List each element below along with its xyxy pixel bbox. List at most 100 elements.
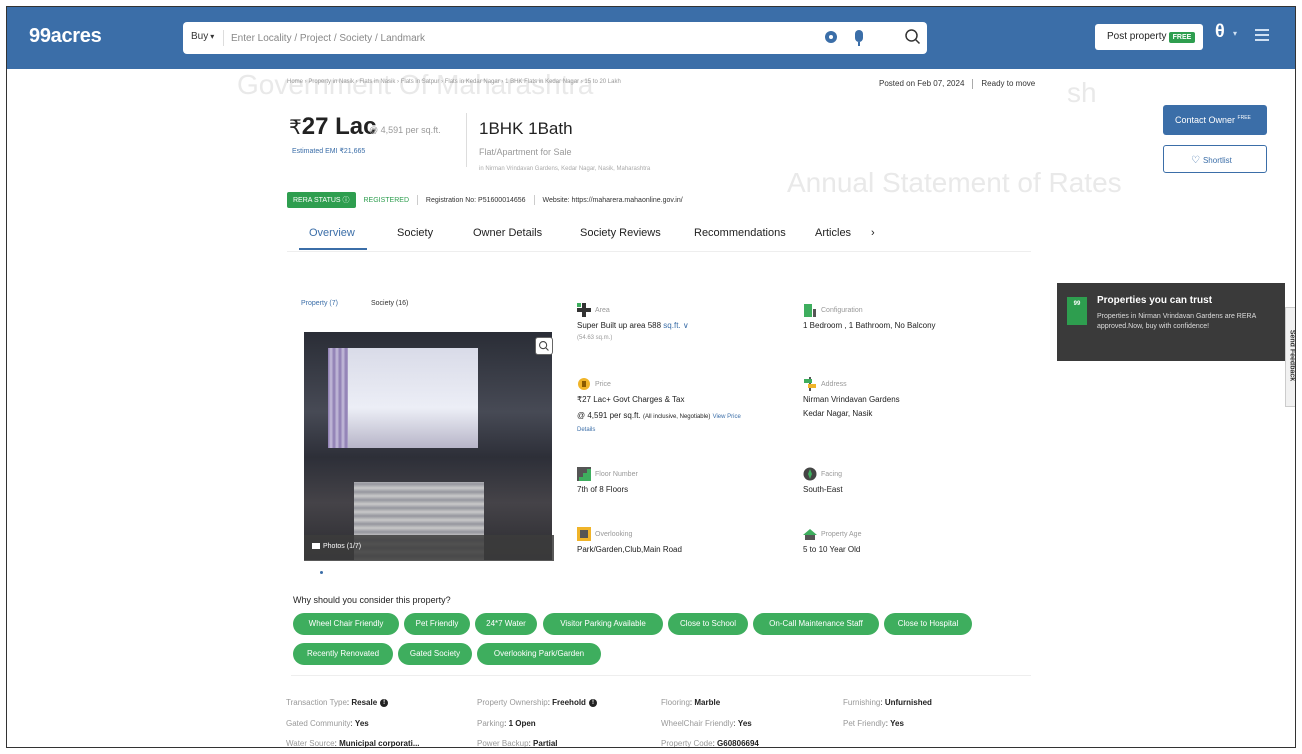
send-feedback-tab[interactable]: Send Feedback (1285, 307, 1296, 407)
chip-recently-renovated[interactable]: Recently Renovated (293, 643, 393, 665)
area-unit-dropdown[interactable]: sq.ft. (663, 321, 680, 330)
page-frame: Government Of Maharashtra Annual Stateme… (6, 6, 1296, 748)
attr-value: Freehold (552, 698, 586, 707)
attr-parking: Parking: 1 Open (477, 719, 536, 728)
attr-furnishing: Furnishing: Unfurnished (843, 698, 932, 707)
chip-close-to-hospital[interactable]: Close to Hospital (884, 613, 972, 635)
summary-address: in Nirman Vrindavan Gardens, Kedar Nagar… (479, 166, 651, 172)
chip-close-to-school[interactable]: Close to School (668, 613, 748, 635)
post-property-button[interactable]: Post property FREE (1095, 24, 1203, 50)
chip-wheel-chair-friendly[interactable]: Wheel Chair Friendly (293, 613, 399, 635)
attr-wheelchair-friendly: WheelChair Friendly: Yes (661, 719, 752, 728)
watermark-line-3: sh (1067, 77, 1097, 108)
tab-recommendations[interactable]: Recommendations (694, 227, 786, 239)
tab-overview[interactable]: Overview (309, 227, 355, 239)
view-price-details-link[interactable]: View Price (713, 414, 741, 420)
heart-icon: ♡ (1191, 155, 1200, 166)
chip-overlooking-park[interactable]: Overlooking Park/Garden (477, 643, 601, 665)
tabs-next-arrow[interactable]: › (871, 227, 875, 239)
property-photo[interactable] (304, 332, 552, 560)
summary-divider (466, 113, 467, 167)
attr-key: Parking (477, 719, 505, 728)
free-badge: FREE (1169, 32, 1195, 43)
tab-society[interactable]: Society (397, 227, 433, 239)
buy-dropdown[interactable]: Buy ▾ (191, 31, 214, 42)
photo-count-bar[interactable]: Photos (1/7) (304, 535, 554, 561)
attr-value: Yes (737, 719, 752, 728)
active-tab-indicator (299, 248, 367, 250)
search-divider (223, 30, 224, 46)
attr-key: Water Source (286, 739, 335, 748)
shortlist-button[interactable]: ♡ Shortlist (1163, 145, 1267, 173)
attr-value: Marble (694, 698, 721, 707)
address-value: Nirman Vrindavan Gardens (803, 395, 900, 404)
chevron-down-icon[interactable]: ∨ (681, 321, 689, 330)
overlooking-label: Overlooking (595, 531, 633, 538)
currency-symbol: ₹ (289, 117, 302, 139)
facing-label: Facing (821, 471, 843, 478)
search-icon[interactable] (903, 27, 923, 47)
view-price-details-link-2[interactable]: Details (577, 427, 595, 433)
gallery-tab-property[interactable]: Property (7) (301, 300, 338, 307)
chip-pet-friendly[interactable]: Pet Friendly (404, 613, 470, 635)
price-detail-value: ₹27 Lac+ Govt Charges & Tax (577, 395, 684, 404)
attr-property-ownership: Property Ownership: Freehold! (477, 698, 597, 707)
info-icon: ⓘ (342, 197, 350, 204)
price-detail-text: 27 Lac+ Govt Charges & Tax (582, 395, 685, 404)
price-per-sqft: @ 4,591 per sq.ft. (369, 125, 441, 135)
info-icon[interactable]: ! (588, 698, 597, 707)
tab-society-reviews[interactable]: Society Reviews (580, 227, 661, 239)
hamburger-menu-icon[interactable] (1255, 29, 1269, 41)
chip-visitor-parking[interactable]: Visitor Parking Available (543, 613, 663, 635)
photo-window (328, 348, 478, 448)
search-input[interactable] (231, 30, 791, 46)
chevron-down-icon[interactable]: ▾ (1233, 29, 1237, 38)
rera-website[interactable]: Website: https://maharera.mahaonline.gov… (542, 197, 682, 204)
section-tabs: Overview Society Owner Details Society R… (287, 219, 907, 251)
microphone-icon[interactable] (855, 30, 863, 46)
area-icon (577, 303, 591, 317)
property-age-value: 5 to 10 Year Old (803, 545, 861, 554)
attr-value: Resale (351, 698, 378, 707)
overlooking-value: Park/Garden,Club,Main Road (577, 545, 682, 554)
attr-value: Partial (533, 739, 558, 748)
buy-label: Buy (191, 31, 209, 42)
price-per-sqft-detail: @ 4,591 per sq.ft. (All inclusive, Negot… (577, 411, 741, 420)
chip-on-call-maintenance[interactable]: On-Call Maintenance Staff (753, 613, 879, 635)
chip-24x7-water[interactable]: 24*7 Water (475, 613, 537, 635)
breadcrumb[interactable]: Home › Property in Nasik › Flats in Nasi… (287, 79, 621, 85)
chip-gated-society[interactable]: Gated Society (398, 643, 472, 665)
location-icon[interactable] (825, 31, 837, 43)
attr-value: G60806694 (717, 739, 759, 748)
attr-value: Municipal corporati... (339, 739, 420, 748)
contact-owner-label: Contact Owner (1175, 115, 1236, 125)
site-logo[interactable]: 99acres (29, 25, 102, 48)
attr-key: Property Ownership (477, 698, 548, 707)
attr-power-backup: Power Backup: Partial (477, 739, 558, 748)
carousel-dot[interactable] (320, 571, 323, 574)
configuration-value: 1 Bedroom , 1 Bathroom, No Balcony (803, 321, 936, 330)
address-label: Address (821, 381, 847, 388)
possession-status: Ready to move (981, 79, 1036, 89)
attr-property-code: Property Code: G60806694 (661, 739, 759, 748)
info-icon[interactable]: ! (380, 698, 389, 707)
tab-articles[interactable]: Articles (815, 227, 851, 239)
attr-value: 1 Open (508, 719, 536, 728)
compass-icon (803, 467, 817, 481)
price-inclusive: (All inclusive, Negotiable) (642, 414, 711, 420)
tab-owner-details[interactable]: Owner Details (473, 227, 542, 239)
attr-pet-friendly: Pet Friendly: Yes (843, 719, 904, 728)
signpost-icon (804, 377, 816, 391)
user-icon[interactable]: θ (1215, 21, 1225, 42)
price-tag-icon (578, 378, 590, 390)
feedback-label: Send Feedback (1288, 329, 1296, 382)
rera-status-badge[interactable]: RERA STATUS ⓘ (287, 192, 356, 208)
gallery-tab-society[interactable]: Society (16) (371, 300, 408, 307)
watermark-line-2: Annual Statement of Rates (787, 167, 1122, 198)
estimated-emi-link[interactable]: Estimated EMI ₹21,665 (292, 147, 365, 155)
contact-owner-button[interactable]: Contact Owner FREE (1163, 105, 1267, 135)
zoom-icon[interactable] (535, 337, 553, 355)
floor-label: Floor Number (595, 471, 638, 478)
price-sub: @ 4,591 per sq.ft. (577, 411, 641, 420)
search-bar: Buy ▾ (183, 22, 927, 54)
